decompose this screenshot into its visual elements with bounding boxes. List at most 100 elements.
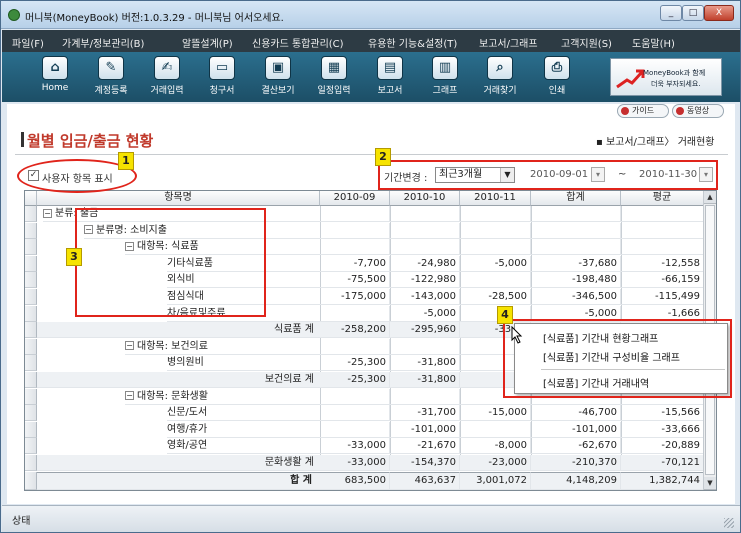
subtotal-label[interactable]: 식료품 계 [37, 322, 320, 339]
annotation-badge-3: 3 [66, 248, 82, 266]
value-cell: -5,000 [390, 305, 460, 322]
video-icon [676, 107, 684, 115]
row-selector[interactable] [25, 455, 37, 471]
guide-button[interactable]: 가이드 [617, 104, 669, 118]
account-register-icon: ✎ [98, 56, 124, 80]
item-label[interactable]: 병의원비 [167, 355, 320, 372]
title-marker [21, 132, 24, 147]
item-label[interactable]: 여행/휴가 [167, 422, 320, 438]
value-cell: -210,370 [531, 455, 621, 471]
menu-file[interactable]: 파일(F) [12, 35, 44, 50]
toolbar-search-button[interactable]: ⌕ 거래찾기 [476, 55, 524, 99]
row-selector[interactable] [25, 322, 37, 339]
promo-banner[interactable]: MoneyBook과 함께 더욱 부자되세요. [610, 58, 722, 96]
minimize-button[interactable]: _ [660, 5, 682, 21]
value-cell: -143,000 [390, 289, 460, 305]
maximize-button[interactable]: □ [682, 5, 704, 21]
value-cell [320, 338, 390, 355]
rising-arrow-icon [616, 69, 645, 89]
menu-ledger[interactable]: 가계부/정보관리(B) [62, 35, 144, 50]
annotation-box-4 [503, 319, 732, 398]
toolbar-settlement-button[interactable]: ▣ 결산보기 [254, 55, 302, 99]
video-button[interactable]: 동영상 [672, 104, 724, 118]
scroll-up-icon[interactable]: ▲ [704, 191, 716, 204]
calendar-icon: ▦ [321, 56, 347, 80]
row-selector[interactable] [25, 372, 37, 388]
value-cell: -28,500 [460, 289, 531, 305]
item-label[interactable]: 영화/공연 [167, 438, 320, 455]
settlement-icon: ▣ [265, 56, 291, 80]
toolbar-schedule-button[interactable]: ▦ 일정입력 [310, 55, 358, 99]
value-cell: -198,480 [531, 272, 621, 289]
row-selector[interactable] [25, 289, 37, 305]
menu-credit-card[interactable]: 신용카드 통합관리(C) [252, 35, 344, 50]
menu-budget[interactable]: 알뜰설계(P) [182, 35, 233, 50]
collapse-toggle-icon[interactable]: − [125, 391, 134, 401]
value-cell: -8,000 [460, 438, 531, 455]
value-cell [320, 206, 390, 222]
group-label[interactable]: − 대항목: 보건의료 [125, 339, 320, 355]
row-selector[interactable] [25, 405, 37, 422]
toolbar-graph-button[interactable]: ▥ 그래프 [421, 55, 469, 99]
value-cell: -15,566 [621, 405, 704, 422]
value-cell [390, 206, 460, 222]
collapse-toggle-icon[interactable]: − [125, 341, 134, 351]
row-selector[interactable] [25, 305, 37, 322]
close-button[interactable]: X [704, 5, 734, 21]
row-selector[interactable] [25, 272, 37, 289]
value-cell [621, 239, 704, 256]
subtotal-label[interactable]: 문화생활 계 [37, 455, 320, 471]
value-cell [320, 222, 390, 239]
value-cell: -7,700 [320, 255, 390, 272]
toolbar-report-button[interactable]: ▤ 보고서 [366, 55, 414, 99]
item-label[interactable]: 신문/도서 [167, 405, 320, 422]
row-selector[interactable] [25, 255, 37, 272]
subtotal-label[interactable]: 보건의료 계 [37, 372, 320, 388]
scroll-down-icon[interactable]: ▼ [704, 477, 716, 490]
menu-help[interactable]: 도움말(H) [632, 35, 675, 50]
value-cell: -31,800 [390, 355, 460, 372]
menu-support[interactable]: 고객지원(S) [561, 35, 612, 50]
menu-tools[interactable]: 유용한 기능&설정(T) [368, 35, 457, 50]
value-cell: -66,159 [621, 272, 704, 289]
column-header-nov[interactable]: 2010-11 [460, 191, 531, 206]
value-cell: -24,980 [390, 255, 460, 272]
row-selector[interactable] [25, 421, 37, 438]
column-header-average[interactable]: 평균 [621, 191, 704, 206]
value-cell [460, 272, 531, 289]
value-cell: -25,300 [320, 355, 390, 372]
toolbar-transaction-input-button[interactable]: ✍ 거래입력 [143, 55, 191, 99]
toolbar-home-button[interactable]: ⌂ Home [31, 55, 79, 99]
toolbar-print-button[interactable]: ⎙ 인쇄 [533, 55, 581, 99]
value-cell: -5,000 [460, 255, 531, 272]
group-label[interactable]: − 대항목: 문화생활 [125, 389, 320, 405]
value-cell: -175,000 [320, 289, 390, 305]
value-cell: -346,500 [531, 289, 621, 305]
value-cell [460, 421, 531, 438]
row-name-text: 병의원비 [167, 357, 204, 369]
row-selector[interactable] [25, 388, 37, 405]
row-selector[interactable] [25, 355, 37, 372]
menu-report-graph[interactable]: 보고서/그래프 [479, 35, 538, 50]
row-name-text: 식료품 계 [274, 324, 314, 336]
column-header-total[interactable]: 합계 [531, 191, 621, 206]
collapse-toggle-icon[interactable]: − [43, 208, 52, 218]
row-selector[interactable] [25, 239, 37, 256]
breadcrumb[interactable]: ▪ 보고서/그래프〉 거래현황 [596, 133, 715, 148]
total-cell: 3,001,072 [460, 472, 531, 490]
column-header-sep[interactable]: 2010-09 [320, 191, 390, 206]
value-cell: -46,700 [531, 405, 621, 422]
annotation-box-2 [378, 160, 718, 190]
row-selector[interactable] [25, 222, 37, 239]
row-selector[interactable] [25, 206, 37, 222]
toolbar-account-register-button[interactable]: ✎ 계정등록 [87, 55, 135, 99]
row-selector[interactable] [25, 438, 37, 455]
toolbar-bill-button[interactable]: ▭ 청구서 [198, 55, 246, 99]
row-selector[interactable] [25, 338, 37, 355]
row-selector[interactable] [25, 472, 37, 490]
column-header-oct[interactable]: 2010-10 [390, 191, 460, 206]
value-cell: -258,200 [320, 322, 390, 339]
resize-grip-icon[interactable] [724, 518, 734, 528]
column-header-item[interactable]: 항목명 [37, 191, 320, 206]
value-cell [531, 222, 621, 239]
